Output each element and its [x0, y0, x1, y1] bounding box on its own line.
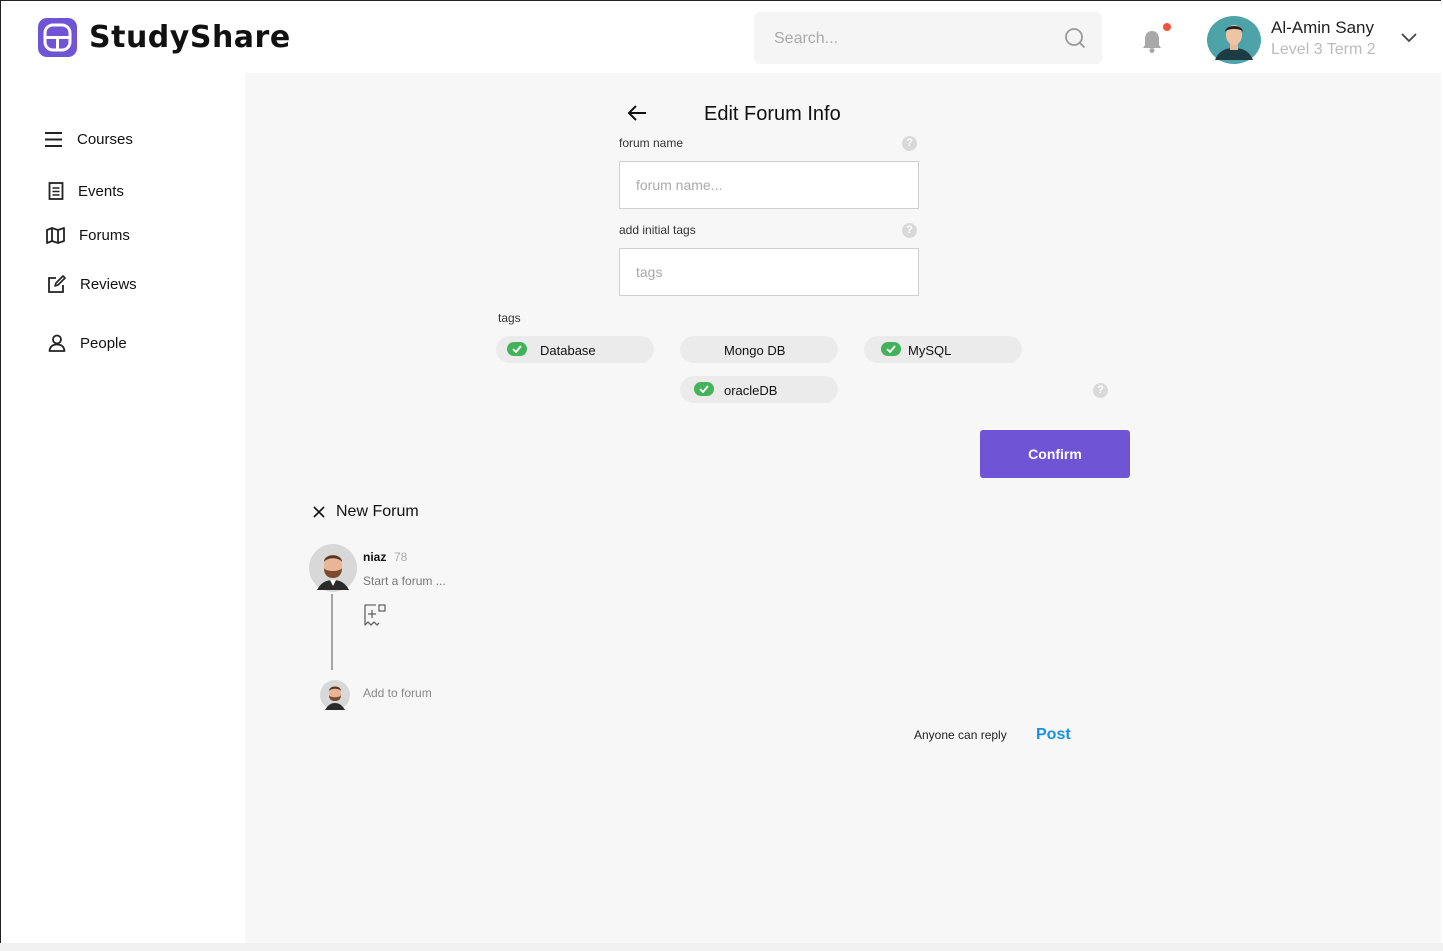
tag-chip-mongodb[interactable]: Mongo DB — [680, 336, 838, 363]
check-icon — [507, 342, 527, 356]
new-forum-title: New Forum — [336, 503, 419, 520]
sidebar-item-label: Reviews — [80, 276, 137, 293]
tag-label: Database — [540, 343, 596, 358]
help-icon[interactable]: ? — [902, 136, 917, 151]
sidebar-item-label: Forums — [79, 227, 130, 244]
menu-icon — [45, 132, 62, 147]
user-name: Al-Amin Sany — [1271, 18, 1374, 37]
person-icon — [48, 334, 66, 352]
tag-label: Mongo DB — [724, 343, 786, 358]
search-box[interactable] — [754, 12, 1102, 64]
sidebar-item-courses[interactable]: Courses — [44, 131, 133, 148]
user-avatar[interactable] — [1207, 16, 1261, 64]
chevron-down-icon[interactable] — [1400, 30, 1418, 44]
help-icon[interactable]: ? — [902, 223, 917, 238]
back-arrow-icon[interactable] — [627, 104, 647, 122]
post-button[interactable]: Post — [1036, 726, 1071, 744]
map-icon — [46, 227, 65, 244]
sidebar-item-forums[interactable]: Forums — [46, 227, 130, 244]
author-count: 78 — [394, 550, 408, 564]
sidebar-item-label: Courses — [77, 131, 133, 148]
small-avatar[interactable] — [320, 679, 350, 711]
check-icon — [694, 382, 714, 396]
tags-input[interactable] — [620, 249, 918, 295]
tag-chip-oracledb[interactable]: oracleDB — [680, 376, 838, 403]
sidebar-item-events[interactable]: Events — [48, 182, 124, 200]
edit-forum-title: Edit Forum Info — [704, 103, 841, 125]
search-input[interactable] — [772, 24, 1056, 54]
app-logo-text: StudyShare — [89, 20, 291, 55]
add-to-forum[interactable]: Add to forum — [363, 686, 432, 700]
tags-label: add initial tags — [619, 223, 696, 237]
tag-label: oracleDB — [724, 383, 778, 398]
sidebar-item-people[interactable]: People — [48, 334, 127, 352]
tag-chip-database[interactable]: Database — [496, 336, 654, 363]
check-icon — [881, 342, 901, 356]
notification-dot — [1163, 23, 1171, 31]
bottom-strip — [0, 943, 1443, 951]
tag-label: MySQL — [908, 343, 952, 358]
author-name: niaz — [363, 550, 387, 564]
reply-setting[interactable]: Anyone can reply — [914, 728, 1007, 742]
help-icon[interactable]: ? — [1093, 383, 1108, 398]
document-icon — [48, 182, 64, 200]
start-forum-input[interactable]: Start a forum ... — [363, 574, 446, 588]
search-icon[interactable] — [1064, 27, 1086, 49]
sidebar — [1, 73, 245, 943]
sidebar-item-label: Events — [78, 182, 124, 200]
tag-chip-mysql[interactable]: MySQL — [864, 336, 1022, 363]
logo-icon — [38, 18, 77, 57]
tags-section-label: tags — [498, 311, 521, 325]
sidebar-item-label: People — [80, 334, 127, 352]
sidebar-item-reviews[interactable]: Reviews — [47, 275, 137, 294]
tags-field[interactable] — [619, 248, 919, 296]
forum-name-label: forum name — [619, 136, 684, 150]
forum-name-field[interactable] — [619, 161, 919, 209]
close-icon[interactable] — [312, 505, 326, 519]
bell-icon[interactable] — [1140, 28, 1164, 54]
thread-line — [331, 594, 333, 670]
forum-name-input[interactable] — [620, 162, 918, 208]
user-level: Level 3 Term 2 — [1271, 41, 1376, 58]
confirm-button[interactable]: Confirm — [980, 430, 1130, 478]
edit-icon — [48, 275, 66, 293]
add-attachment-icon[interactable] — [363, 603, 387, 627]
author-avatar[interactable] — [309, 544, 357, 592]
